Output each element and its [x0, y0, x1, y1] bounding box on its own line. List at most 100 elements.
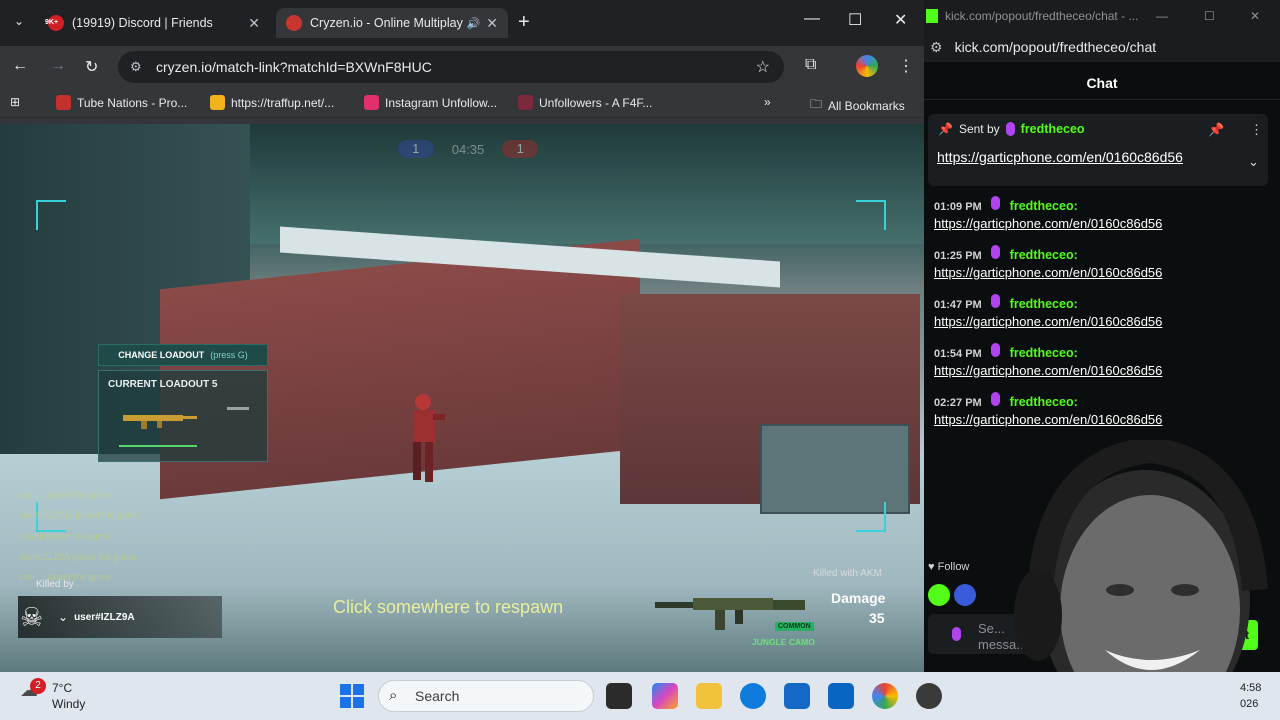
- app-icon[interactable]: [916, 683, 942, 709]
- message-link[interactable]: https://garticphone.com/en/0160c86d56: [934, 216, 1264, 231]
- taskbar-search[interactable]: ⌕ Search: [378, 680, 594, 712]
- emote-icon[interactable]: [928, 584, 950, 606]
- temperature: 7°C: [52, 681, 73, 695]
- message-username[interactable]: fredtheceo:: [1010, 248, 1078, 262]
- minimize-icon[interactable]: —: [1156, 9, 1168, 23]
- browser-window: ⌄ 9K+ (19919) Discord | Friends ✕ Cryzen…: [0, 0, 924, 672]
- bookmark-label: All Bookmarks: [828, 98, 905, 113]
- popout-url-bar[interactable]: ⚙ kick.com/popout/fredtheceo/chat: [924, 32, 1280, 62]
- discord-badge: 9K+: [45, 19, 59, 26]
- chevron-down-icon[interactable]: ⌄: [8, 10, 30, 32]
- match-timer: 04:35: [451, 141, 485, 157]
- respawn-prompt[interactable]: Click somewhere to respawn: [333, 597, 563, 618]
- message-username[interactable]: fredtheceo:: [1010, 297, 1078, 311]
- pinned-username[interactable]: fredtheceo: [1021, 122, 1085, 136]
- site-settings-icon[interactable]: ⚙: [930, 39, 943, 56]
- message-time: 02:27 PM: [934, 397, 982, 409]
- rank-chevron-icon: ⌄: [58, 610, 69, 624]
- speaker-icon[interactable]: 🔊: [467, 17, 481, 30]
- mic-badge-icon: [991, 294, 1001, 308]
- pin-icon: 📌: [938, 122, 953, 136]
- plus-icon[interactable]: +: [518, 12, 530, 32]
- killed-with-label: Killed with AKM: [813, 568, 882, 579]
- message-username[interactable]: fredtheceo:: [1010, 199, 1078, 213]
- close-icon[interactable]: ✕: [248, 15, 260, 32]
- emote-icon[interactable]: [954, 584, 976, 606]
- search-placeholder: Search: [415, 688, 460, 704]
- close-icon[interactable]: ✕: [486, 15, 498, 32]
- pinned-message[interactable]: 📌 Sent by fredtheceo https://garticphone…: [928, 114, 1268, 186]
- mic-badge-icon: [991, 196, 1001, 210]
- sent-by-label: Sent by: [958, 122, 1000, 136]
- bookmark-item[interactable]: Tube Nations - Pro...: [56, 95, 187, 110]
- window-titlebar: kick.com/popout/fredtheceo/chat - ... — …: [924, 0, 1280, 32]
- chevron-down-icon[interactable]: ⌄: [1248, 154, 1259, 170]
- window-close-icon[interactable]: ✕: [894, 10, 907, 30]
- emote-bar: [928, 584, 976, 606]
- address-bar[interactable]: ⚙ cryzen.io/match-link?matchId=BXWnF8HUC…: [118, 51, 784, 83]
- message-time: 01:47 PM: [934, 299, 982, 311]
- task-view-icon[interactable]: [606, 683, 632, 709]
- mic-badge-icon: [1005, 122, 1015, 136]
- copilot-icon[interactable]: [652, 683, 678, 709]
- change-loadout-button[interactable]: CHANGE LOADOUT (press G): [98, 344, 268, 366]
- bookmark-item[interactable]: Instagram Unfollow...: [364, 95, 497, 110]
- avatar[interactable]: [856, 55, 878, 77]
- pinned-link[interactable]: https://garticphone.com/en/0160c86d56: [937, 149, 1183, 165]
- chat-message: 01:25 PM fredtheceo: https://garticphone…: [934, 245, 1264, 280]
- game-canvas[interactable]: 1 04:35 1 CHANGE LOADOUT (press G) CURRE…: [0, 124, 924, 672]
- message-username[interactable]: fredtheceo:: [1010, 395, 1078, 409]
- chrome-icon[interactable]: [872, 683, 898, 709]
- weather-condition: Windy: [52, 697, 86, 711]
- frame-corner: [856, 502, 886, 532]
- tab-strip: ⌄ 9K+ (19919) Discord | Friends ✕ Cryzen…: [0, 0, 924, 46]
- search-icon: ⌕: [389, 687, 398, 704]
- chevron-right-icon[interactable]: »: [764, 95, 771, 109]
- tab-discord[interactable]: 9K+ (19919) Discord | Friends ✕: [38, 8, 270, 38]
- chat-title: Chat: [924, 66, 1280, 100]
- maximize-icon[interactable]: ☐: [1204, 9, 1215, 23]
- bookmark-item[interactable]: Unfollowers - A F4F...: [518, 95, 652, 110]
- killed-by-label: Killed by: [36, 579, 74, 590]
- file-explorer-icon[interactable]: [696, 683, 722, 709]
- current-loadout-panel[interactable]: CURRENT LOADOUT 5: [98, 370, 268, 462]
- store-icon[interactable]: [784, 683, 810, 709]
- bookmark-label: Instagram Unfollow...: [385, 95, 498, 110]
- current-loadout-label: CURRENT LOADOUT 5: [108, 379, 218, 390]
- more-options-icon[interactable]: ⋮: [1250, 122, 1263, 138]
- scene-crate: [760, 424, 910, 514]
- extensions-icon[interactable]: ⧉: [805, 56, 816, 74]
- menu-icon[interactable]: ⋮: [898, 56, 914, 76]
- back-icon[interactable]: ←: [12, 57, 28, 75]
- scene-ceiling: [240, 124, 924, 244]
- window-close-icon[interactable]: ✕: [1250, 9, 1260, 23]
- mic-badge-icon: [991, 343, 1001, 357]
- unpin-icon[interactable]: 📌: [1208, 122, 1224, 138]
- tab-cryzen[interactable]: Cryzen.io - Online Multiplay 🔊 ✕: [276, 8, 508, 38]
- follow-button[interactable]: ♥ Follow: [928, 561, 969, 573]
- bookmark-item[interactable]: https://traffup.net/...: [210, 95, 334, 110]
- message-link[interactable]: https://garticphone.com/en/0160c86d56: [934, 412, 1264, 427]
- message-link[interactable]: https://garticphone.com/en/0160c86d56: [934, 363, 1264, 378]
- chat-message: 02:27 PM fredtheceo: https://garticphone…: [934, 392, 1264, 427]
- message-link[interactable]: https://garticphone.com/en/0160c86d56: [934, 265, 1264, 280]
- skull-icon: ☠: [20, 601, 44, 632]
- message-link[interactable]: https://garticphone.com/en/0160c86d56: [934, 314, 1264, 329]
- all-bookmarks[interactable]: 🗀 All Bookmarks: [810, 95, 905, 116]
- reload-icon[interactable]: ↻: [85, 57, 98, 77]
- outlook-icon[interactable]: [828, 683, 854, 709]
- forward-icon[interactable]: →: [50, 57, 66, 75]
- maximize-icon[interactable]: ☐: [848, 10, 862, 30]
- start-icon[interactable]: [340, 684, 364, 708]
- site-info-icon[interactable]: ⚙: [130, 59, 142, 75]
- star-icon[interactable]: ☆: [756, 57, 770, 77]
- clock-time: 4:58: [1240, 682, 1262, 694]
- bookmark-label: https://traffup.net/...: [231, 95, 335, 110]
- edge-icon[interactable]: [740, 683, 766, 709]
- minimize-icon[interactable]: —: [804, 10, 820, 28]
- message-username[interactable]: fredtheceo:: [1010, 346, 1078, 360]
- window-title: kick.com/popout/fredtheceo/chat - ...: [945, 9, 1139, 23]
- killer-card: ☠ ⌄ user#IZLZ9A: [18, 596, 222, 638]
- apps-icon[interactable]: ⊞: [10, 95, 20, 109]
- follow-label: Follow: [937, 561, 970, 573]
